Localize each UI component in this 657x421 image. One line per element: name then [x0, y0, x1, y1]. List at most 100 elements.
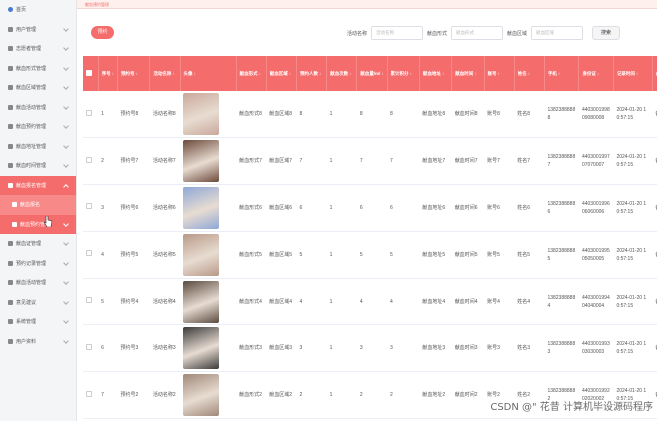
sidebar-item-9[interactable]: 献血报名管理 — [0, 175, 76, 195]
sort-icon[interactable]: ↕ — [441, 71, 444, 76]
column-header-label: 献血次数 — [330, 71, 349, 76]
sort-icon[interactable]: ↕ — [596, 71, 599, 76]
sidebar-item-16[interactable]: 系统管理 — [0, 312, 76, 332]
sidebar-item-14[interactable]: 献血活动管理 — [0, 273, 76, 293]
cell-note: 备注4 — [652, 278, 657, 326]
column-header[interactable]: 预约号 ↕ — [117, 56, 151, 91]
column-header[interactable]: 手机 ↕ — [544, 56, 580, 91]
table-row[interactable]: 1 预约号8 活动名称8 献血形式8 献血区域8 8 1 8 8 献血地址8 献血时间8 账号8 姓名8… — [83, 91, 657, 139]
row-checkbox[interactable] — [86, 156, 92, 163]
cell-form: 献血形式4 — [236, 278, 267, 326]
sidebar-item-6[interactable]: 献血预约管理 — [0, 117, 76, 137]
column-header[interactable]: 预约人数 ↕ — [296, 56, 328, 91]
sidebar-item-17[interactable]: 用户资料 — [0, 332, 76, 352]
grid-icon — [8, 163, 13, 169]
column-header[interactable]: 账号 ↕ — [484, 56, 515, 91]
sidebar-item-3[interactable]: 献血形式管理 — [0, 59, 76, 79]
column-header[interactable]: 献血次数 ↕ — [326, 56, 358, 91]
column-header[interactable]: 记录时间 ↕ — [613, 56, 653, 91]
column-header[interactable]: 献血形式 ↕ — [236, 56, 267, 91]
donation-area-input[interactable]: 献血区域 — [531, 26, 584, 40]
add-button[interactable]: 预约 — [91, 26, 114, 39]
cell-rec: 2024-01-20 10:57:15 — [613, 278, 653, 326]
sidebar-item-0[interactable]: 首页 — [0, 0, 76, 20]
sort-icon[interactable]: ↕ — [318, 71, 321, 76]
sidebar-item-10[interactable]: 献血报名 — [0, 195, 76, 215]
column-header[interactable]: 献血地址 ↕ — [419, 56, 453, 91]
sort-icon[interactable]: ↕ — [171, 71, 174, 76]
select-all-header — [83, 56, 99, 91]
cell-times: 1 — [326, 371, 357, 420]
sort-icon[interactable]: ↕ — [380, 71, 383, 76]
column-header[interactable]: 头像 ↕ — [180, 56, 237, 91]
column-header[interactable]: 备注 ↕ — [652, 56, 657, 91]
select-all-checkbox[interactable] — [86, 69, 92, 76]
sidebar-item-5[interactable]: 献血活动管理 — [0, 98, 76, 118]
row-checkbox[interactable] — [86, 297, 92, 304]
row-select-cell — [83, 231, 99, 279]
sort-icon[interactable]: ↕ — [258, 71, 261, 76]
cell-time: 献血时间6 — [451, 184, 485, 232]
row-checkbox[interactable] — [86, 250, 92, 257]
chevron-down-icon — [63, 318, 69, 324]
chevron-down-icon — [63, 279, 69, 285]
sidebar-item-15[interactable]: 意见建议 — [0, 293, 76, 313]
column-header[interactable]: 姓名 ↕ — [514, 56, 545, 91]
sidebar-item-2[interactable]: 志愿者管理 — [0, 39, 76, 59]
table-row[interactable]: 2 预约号7 活动名称7 献血形式7 献血区域7 7 1 7 7 献血地址7 献血时间7 账号7 姓名7… — [83, 137, 657, 186]
dot-icon — [12, 202, 17, 208]
sort-icon[interactable]: ↕ — [348, 71, 351, 76]
donation-form-input[interactable]: 献血形式 — [451, 26, 504, 40]
cell-form: 献血形式2 — [236, 371, 267, 420]
row-checkbox[interactable] — [86, 390, 92, 397]
cell-people: 2 — [296, 371, 327, 420]
cell-real: 姓名6 — [514, 184, 545, 232]
sidebar-item-4[interactable]: 献血区域管理 — [0, 78, 76, 98]
cell-area: 献血区域7 — [266, 137, 297, 186]
column-header[interactable]: 献血量/ml ↕ — [356, 56, 388, 91]
sort-icon[interactable]: ↕ — [527, 71, 530, 76]
chevron-down-icon — [63, 183, 69, 190]
sort-icon[interactable]: ↕ — [473, 71, 476, 76]
cell-rec: 2024-01-20 10:57:15 — [613, 91, 653, 139]
sidebar-item-12[interactable]: 献血证管理 — [0, 234, 76, 254]
cell-people: 6 — [296, 184, 327, 232]
sort-icon[interactable]: ↕ — [635, 71, 638, 76]
avatar — [183, 186, 220, 229]
column-header[interactable]: 献血时间 ↕ — [451, 56, 485, 91]
sidebar-item-11[interactable]: 献血预约管理 — [0, 214, 76, 234]
sort-icon[interactable]: ↕ — [557, 71, 560, 76]
chevron-down-icon — [63, 240, 69, 246]
cell-idcard: 440300199505050005 — [578, 231, 614, 279]
cell-times: 1 — [326, 137, 357, 186]
sidebar-item-7[interactable]: 献血地址管理 — [0, 137, 76, 157]
column-header[interactable]: 序号 ↕ — [98, 56, 119, 91]
search-button[interactable]: 搜索 — [592, 26, 620, 40]
row-checkbox[interactable] — [86, 343, 92, 350]
sort-icon[interactable]: ↕ — [193, 71, 196, 76]
sidebar-item-1[interactable]: 用户管理 — [0, 20, 76, 40]
column-header[interactable]: 身份证 ↕ — [578, 56, 614, 91]
column-header[interactable]: 活动名称 ↕ — [149, 56, 181, 91]
cell-phone: 13823888887 — [544, 137, 579, 186]
avatar — [183, 374, 220, 417]
avatar — [183, 233, 220, 276]
column-header[interactable]: 累计积分 ↕ — [387, 56, 420, 91]
sort-icon[interactable]: ↕ — [497, 71, 500, 76]
activity-name-input[interactable]: 活动名称 — [371, 26, 424, 40]
sidebar-item-13[interactable]: 预约记录管理 — [0, 254, 76, 274]
sort-icon[interactable]: ↕ — [409, 71, 412, 76]
row-checkbox[interactable] — [86, 109, 92, 116]
row-checkbox[interactable] — [86, 203, 92, 210]
table-row[interactable]: 6 预约号3 活动名称3 献血形式3 献血区域3 3 1 3 3 献血地址3 献血时间3 账号3 姓名3… — [83, 324, 657, 373]
table-row[interactable]: 3 预约号6 活动名称6 献血形式6 献血区域6 6 1 6 6 献血地址6 献血时间6 账号6 姓名6… — [83, 184, 657, 232]
table-row[interactable]: 5 预约号4 活动名称4 献血形式4 献血区域4 4 1 4 4 献血地址4 献血时间4 账号4 姓名4… — [83, 278, 657, 326]
column-header[interactable]: 献血区域 ↕ — [266, 56, 297, 91]
sort-icon[interactable]: ↕ — [288, 71, 291, 76]
cell-addr: 献血地址3 — [419, 324, 452, 373]
cell-vol: 4 — [356, 278, 388, 326]
sort-icon[interactable]: ↕ — [111, 71, 114, 76]
sidebar-item-8[interactable]: 献血时间管理 — [0, 156, 76, 176]
sort-icon[interactable]: ↕ — [135, 71, 138, 76]
table-row[interactable]: 4 预约号5 活动名称5 献血形式5 献血区域5 5 1 5 5 献血地址5 献血时间5 账号5 姓名5… — [83, 231, 657, 279]
